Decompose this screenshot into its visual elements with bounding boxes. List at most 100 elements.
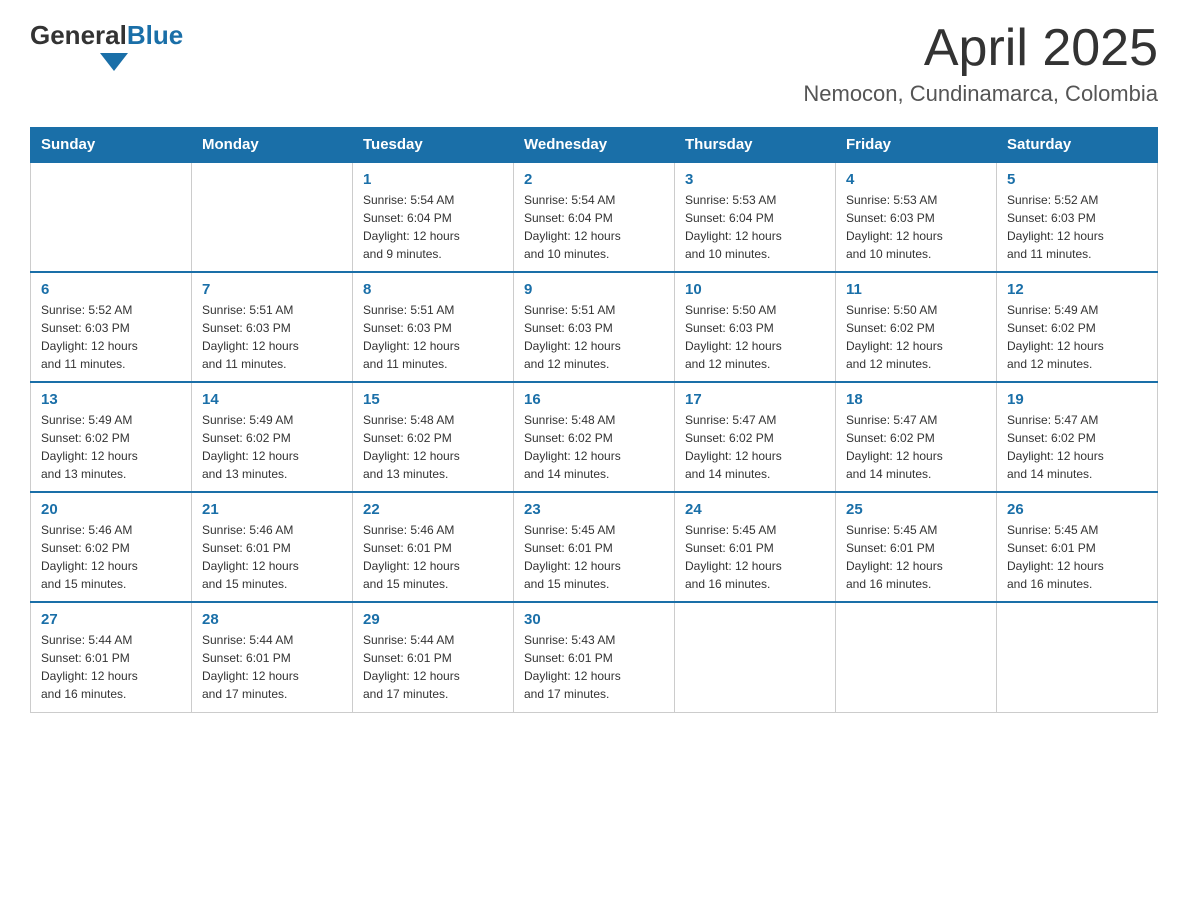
calendar-cell: 15 Sunrise: 5:48 AMSunset: 6:02 PMDayligh… — [353, 382, 514, 492]
day-number: 5 — [1007, 171, 1147, 188]
day-number: 28 — [202, 611, 342, 628]
day-info: Sunrise: 5:51 AMSunset: 6:03 PMDaylight:… — [524, 301, 664, 373]
day-number: 12 — [1007, 281, 1147, 298]
logo-general: General — [30, 20, 127, 50]
day-number: 9 — [524, 281, 664, 298]
calendar-cell: 28Sunrise: 5:44 AMSunset: 6:01 PMDayligh… — [192, 602, 353, 712]
day-number: 2 — [524, 171, 664, 188]
day-number: 24 — [685, 501, 825, 518]
calendar-cell: 22Sunrise: 5:46 AMSunset: 6:01 PMDayligh… — [353, 492, 514, 602]
day-number: 8 — [363, 281, 503, 298]
weekday-header-saturday: Saturday — [997, 128, 1158, 163]
calendar-cell: 4 Sunrise: 5:53 AMSunset: 6:03 PMDaylight… — [836, 162, 997, 272]
day-info: Sunrise: 5:52 AMSunset: 6:03 PMDaylight:… — [1007, 191, 1147, 263]
calendar-cell: 29 Sunrise: 5:44 AMSunset: 6:01 PMDayligh… — [353, 602, 514, 712]
calendar-cell: 3 Sunrise: 5:53 AMSunset: 6:04 PMDaylight… — [675, 162, 836, 272]
logo: GeneralBlue — [30, 20, 183, 71]
calendar-cell: 13Sunrise: 5:49 AMSunset: 6:02 PMDayligh… — [31, 382, 192, 492]
calendar-cell: 6Sunrise: 5:52 AMSunset: 6:03 PMDaylight… — [31, 272, 192, 382]
calendar-header: SundayMondayTuesdayWednesdayThursdayFrid… — [31, 128, 1158, 163]
day-number: 11 — [846, 281, 986, 298]
day-info: Sunrise: 5:46 AMSunset: 6:02 PMDaylight:… — [41, 521, 181, 593]
calendar-cell: 21Sunrise: 5:46 AMSunset: 6:01 PMDayligh… — [192, 492, 353, 602]
weekday-header-row: SundayMondayTuesdayWednesdayThursdayFrid… — [31, 128, 1158, 163]
calendar-cell: 16Sunrise: 5:48 AMSunset: 6:02 PMDayligh… — [514, 382, 675, 492]
calendar-cell: 14Sunrise: 5:49 AMSunset: 6:02 PMDayligh… — [192, 382, 353, 492]
day-number: 14 — [202, 391, 342, 408]
calendar-table: SundayMondayTuesdayWednesdayThursdayFrid… — [30, 127, 1158, 713]
calendar-cell: 12 Sunrise: 5:49 AMSunset: 6:02 PMDayligh… — [997, 272, 1158, 382]
calendar-cell: 17Sunrise: 5:47 AMSunset: 6:02 PMDayligh… — [675, 382, 836, 492]
calendar-cell — [31, 162, 192, 272]
day-number: 4 — [846, 171, 986, 188]
calendar-cell: 8 Sunrise: 5:51 AMSunset: 6:03 PMDaylight… — [353, 272, 514, 382]
calendar-cell: 9 Sunrise: 5:51 AMSunset: 6:03 PMDaylight… — [514, 272, 675, 382]
day-info: Sunrise: 5:54 AMSunset: 6:04 PMDaylight:… — [363, 191, 503, 263]
calendar-cell: 10 Sunrise: 5:50 AMSunset: 6:03 PMDayligh… — [675, 272, 836, 382]
calendar-cell: 26Sunrise: 5:45 AMSunset: 6:01 PMDayligh… — [997, 492, 1158, 602]
calendar-cell — [675, 602, 836, 712]
location-subtitle: Nemocon, Cundinamarca, Colombia — [803, 81, 1158, 107]
weekday-header-sunday: Sunday — [31, 128, 192, 163]
day-number: 10 — [685, 281, 825, 298]
weekday-header-thursday: Thursday — [675, 128, 836, 163]
logo-blue: Blue — [127, 20, 183, 50]
day-number: 25 — [846, 501, 986, 518]
day-info: Sunrise: 5:51 AMSunset: 6:03 PMDaylight:… — [363, 301, 503, 373]
calendar-cell: 19 Sunrise: 5:47 AMSunset: 6:02 PMDayligh… — [997, 382, 1158, 492]
day-info: Sunrise: 5:48 AMSunset: 6:02 PMDaylight:… — [524, 411, 664, 483]
day-info: Sunrise: 5:45 AMSunset: 6:01 PMDaylight:… — [524, 521, 664, 593]
day-number: 26 — [1007, 501, 1147, 518]
day-info: Sunrise: 5:54 AMSunset: 6:04 PMDaylight:… — [524, 191, 664, 263]
day-info: Sunrise: 5:47 AMSunset: 6:02 PMDaylight:… — [685, 411, 825, 483]
day-info: Sunrise: 5:50 AMSunset: 6:03 PMDaylight:… — [685, 301, 825, 373]
logo-triangle-icon — [100, 53, 128, 71]
day-number: 20 — [41, 501, 181, 518]
calendar-cell: 11 Sunrise: 5:50 AMSunset: 6:02 PMDayligh… — [836, 272, 997, 382]
day-info: Sunrise: 5:53 AMSunset: 6:04 PMDaylight:… — [685, 191, 825, 263]
calendar-cell: 23Sunrise: 5:45 AMSunset: 6:01 PMDayligh… — [514, 492, 675, 602]
calendar-week-row: 6Sunrise: 5:52 AMSunset: 6:03 PMDaylight… — [31, 272, 1158, 382]
day-number: 29 — [363, 611, 503, 628]
calendar-cell: 30 Sunrise: 5:43 AMSunset: 6:01 PMDayligh… — [514, 602, 675, 712]
day-number: 27 — [41, 611, 181, 628]
day-info: Sunrise: 5:44 AMSunset: 6:01 PMDaylight:… — [41, 631, 181, 703]
calendar-cell: 20 Sunrise: 5:46 AMSunset: 6:02 PMDayligh… — [31, 492, 192, 602]
calendar-week-row: 13Sunrise: 5:49 AMSunset: 6:02 PMDayligh… — [31, 382, 1158, 492]
day-info: Sunrise: 5:47 AMSunset: 6:02 PMDaylight:… — [1007, 411, 1147, 483]
day-info: Sunrise: 5:45 AMSunset: 6:01 PMDaylight:… — [846, 521, 986, 593]
calendar-cell: 7Sunrise: 5:51 AMSunset: 6:03 PMDaylight… — [192, 272, 353, 382]
title-block: April 2025 Nemocon, Cundinamarca, Colomb… — [803, 20, 1158, 107]
day-number: 3 — [685, 171, 825, 188]
day-number: 30 — [524, 611, 664, 628]
day-info: Sunrise: 5:46 AMSunset: 6:01 PMDaylight:… — [202, 521, 342, 593]
day-info: Sunrise: 5:51 AMSunset: 6:03 PMDaylight:… — [202, 301, 342, 373]
day-info: Sunrise: 5:53 AMSunset: 6:03 PMDaylight:… — [846, 191, 986, 263]
month-title: April 2025 — [803, 20, 1158, 77]
day-info: Sunrise: 5:49 AMSunset: 6:02 PMDaylight:… — [1007, 301, 1147, 373]
weekday-header-tuesday: Tuesday — [353, 128, 514, 163]
calendar-cell — [836, 602, 997, 712]
day-number: 22 — [363, 501, 503, 518]
day-number: 15 — [363, 391, 503, 408]
calendar-cell: 5 Sunrise: 5:52 AMSunset: 6:03 PMDaylight… — [997, 162, 1158, 272]
day-info: Sunrise: 5:48 AMSunset: 6:02 PMDaylight:… — [363, 411, 503, 483]
weekday-header-wednesday: Wednesday — [514, 128, 675, 163]
day-number: 19 — [1007, 391, 1147, 408]
day-info: Sunrise: 5:49 AMSunset: 6:02 PMDaylight:… — [41, 411, 181, 483]
day-info: Sunrise: 5:43 AMSunset: 6:01 PMDaylight:… — [524, 631, 664, 703]
day-info: Sunrise: 5:47 AMSunset: 6:02 PMDaylight:… — [846, 411, 986, 483]
calendar-week-row: 20 Sunrise: 5:46 AMSunset: 6:02 PMDayligh… — [31, 492, 1158, 602]
calendar-cell — [997, 602, 1158, 712]
calendar-cell — [192, 162, 353, 272]
day-info: Sunrise: 5:44 AMSunset: 6:01 PMDaylight:… — [363, 631, 503, 703]
day-info: Sunrise: 5:45 AMSunset: 6:01 PMDaylight:… — [685, 521, 825, 593]
calendar-week-row: 27 Sunrise: 5:44 AMSunset: 6:01 PMDayligh… — [31, 602, 1158, 712]
calendar-cell: 1 Sunrise: 5:54 AMSunset: 6:04 PMDaylight… — [353, 162, 514, 272]
calendar-body: 1 Sunrise: 5:54 AMSunset: 6:04 PMDaylight… — [31, 162, 1158, 712]
calendar-cell: 24 Sunrise: 5:45 AMSunset: 6:01 PMDayligh… — [675, 492, 836, 602]
day-number: 1 — [363, 171, 503, 188]
day-info: Sunrise: 5:52 AMSunset: 6:03 PMDaylight:… — [41, 301, 181, 373]
day-info: Sunrise: 5:50 AMSunset: 6:02 PMDaylight:… — [846, 301, 986, 373]
calendar-week-row: 1 Sunrise: 5:54 AMSunset: 6:04 PMDaylight… — [31, 162, 1158, 272]
